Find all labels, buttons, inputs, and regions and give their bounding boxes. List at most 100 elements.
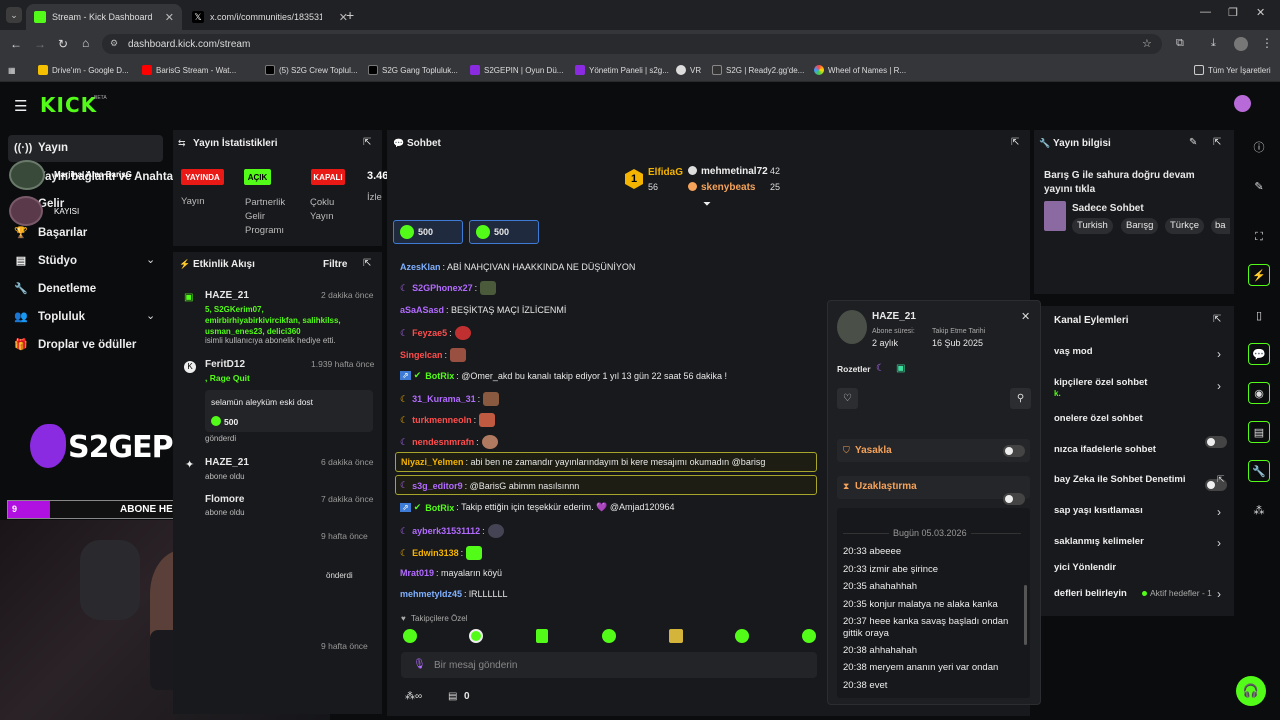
category-name[interactable]: Sadece Sohbet — [1072, 203, 1144, 214]
expand-leaders-icon[interactable]: ⏷ — [703, 199, 711, 210]
event-user[interactable]: HAZE_21 — [205, 290, 249, 301]
chat-message[interactable]: Niyazi_Yelmen: abi ben ne zamandır yayın… — [401, 457, 765, 467]
sidebar-item-droplar[interactable]: 🎁 Droplar ve ödüller — [14, 338, 136, 352]
chat-message[interactable]: mehmetyldz45: lRLLLLLL — [400, 589, 508, 599]
popout-icon[interactable]: ⇱ — [363, 137, 371, 148]
chat-username[interactable]: nendesnmrafn — [412, 437, 474, 447]
user-avatar[interactable] — [1234, 95, 1251, 112]
tab-x-community[interactable]: 𝕏 x.com/i/communities/18353197... ✕ — [184, 4, 356, 30]
chat-bubble-icon[interactable]: 💬 — [1248, 343, 1270, 365]
document-icon[interactable]: ▯ — [1248, 304, 1270, 326]
action-slow-mode[interactable]: vaş mod — [1054, 346, 1093, 357]
chat-message[interactable]: ☾ s3g_editor9: @BarisG abimm nasılsınnn — [400, 480, 579, 491]
chevron-down-icon[interactable]: ⌄ — [146, 309, 155, 322]
tab-kick-dashboard[interactable]: Stream - Kick Dashboard ✕ — [26, 4, 182, 30]
chat-username[interactable]: aSaASasd — [400, 305, 444, 315]
chat-message[interactable]: ☾ Feyzae5: — [400, 326, 471, 340]
chat-username[interactable]: AzesKlan — [400, 262, 441, 272]
close-icon[interactable]: ✕ — [165, 11, 174, 24]
sidebar-item-studyo[interactable]: ▤ Stüdyo — [14, 254, 77, 268]
forward-icon[interactable]: → — [34, 37, 46, 51]
popout-icon[interactable]: ⇱ — [1011, 137, 1019, 148]
apps-icon[interactable]: ▦ — [8, 62, 16, 78]
emote-icon[interactable] — [469, 629, 483, 643]
chat-username[interactable]: S2GPhonex27 — [412, 283, 473, 293]
bookmark-item[interactable]: (5) S2G Crew Toplul... — [265, 62, 358, 78]
bookmark-item[interactable]: VR — [676, 62, 701, 78]
chat-username[interactable]: ayberk31531112 — [412, 526, 480, 536]
reload-icon[interactable]: ↻ — [58, 37, 68, 51]
sidebar-item-basarilar[interactable]: 🏆 Başarılar — [14, 226, 87, 240]
all-bookmarks[interactable]: Tüm Yer İşaretleri — [1194, 62, 1271, 78]
chevron-right-icon[interactable]: › — [1217, 587, 1221, 601]
event-user[interactable]: FeritD12 — [205, 359, 245, 370]
tag-chip[interactable]: Barışg — [1121, 218, 1159, 234]
chat-message[interactable]: ☾ Edwin3138: — [400, 546, 483, 560]
chat-username[interactable]: BotRix — [425, 503, 454, 513]
chevron-right-icon[interactable]: › — [1217, 347, 1221, 361]
chat-message[interactable]: Singelcan: — [400, 348, 467, 362]
chat-message[interactable]: aSaASasd: BEŞİKTAŞ MAÇI İZLİCENMİ — [400, 305, 566, 315]
chat-username[interactable]: BotRix — [425, 371, 454, 381]
tag-chip[interactable]: ba — [1211, 218, 1230, 234]
sidebar-item-topluluk[interactable]: 👥 Topluluk — [14, 310, 85, 324]
broadcast-icon[interactable]: ◉ — [1248, 382, 1270, 404]
chevron-right-icon[interactable]: › — [1217, 505, 1221, 519]
pinned-tip[interactable]: 500 — [469, 220, 539, 244]
chat-message[interactable]: Mrat019: mayaların köyü — [400, 568, 502, 578]
new-tab-button[interactable]: + — [346, 7, 354, 23]
user-card-name[interactable]: HAZE_21 — [872, 311, 916, 322]
bookmark-item[interactable]: BarisG Stream - Wat... — [142, 62, 236, 78]
profile-avatar[interactable] — [1234, 37, 1248, 51]
bookmark-star-icon[interactable]: ☆ — [1142, 37, 1152, 50]
bookmark-item[interactable]: S2G Gang Topluluk... — [368, 62, 458, 78]
chat-username[interactable]: turkmenneoln — [412, 415, 472, 425]
emote-icon[interactable] — [602, 629, 616, 643]
emote-icon[interactable] — [669, 629, 683, 643]
chat-username[interactable]: mehmetyldz45 — [400, 589, 462, 599]
minimize-icon[interactable]: — — [1200, 6, 1211, 18]
close-icon[interactable]: ✕ — [1021, 310, 1030, 323]
emote-picker-icon[interactable]: ⁂∞ — [405, 691, 422, 702]
mic-icon[interactable]: 🎙 — [413, 659, 426, 670]
chat-message[interactable]: ☾ turkmenneoln: — [400, 413, 496, 427]
site-info-icon[interactable]: ⚙ — [110, 38, 118, 49]
action-blocked-words[interactable]: saklanmış kelimeler — [1054, 536, 1144, 547]
crop-icon[interactable]: ⛶ — [1248, 226, 1270, 248]
sidebar-item-denetleme[interactable]: 🔧 Denetleme — [14, 282, 96, 296]
wrench-icon[interactable]: 🔧 — [1248, 460, 1270, 482]
chevron-down-icon[interactable]: ⌄ — [146, 253, 155, 266]
download-icon[interactable]: ⤓ — [1211, 37, 1216, 50]
external-link-icon[interactable]: ⇱ — [1217, 474, 1225, 485]
chat-message[interactable]: ☾ S2GPhonex27: — [400, 281, 497, 295]
popout-icon[interactable]: ⇱ — [363, 258, 371, 269]
chat-username[interactable]: Edwin3138 — [412, 548, 459, 558]
leader-name[interactable]: mehmetinal72 — [701, 166, 768, 177]
bookmark-item[interactable]: S2G | Ready2.gg'de... — [712, 62, 804, 78]
filter-button[interactable]: Filtre — [323, 259, 347, 270]
ban-toggle[interactable] — [1003, 445, 1025, 457]
emote-icon[interactable] — [735, 629, 749, 643]
action-raid[interactable]: yici Yönlendir — [1054, 562, 1116, 573]
subscribers-only-toggle[interactable] — [1205, 436, 1227, 448]
extensions-icon[interactable]: ⧉ — [1176, 37, 1184, 50]
chevron-right-icon[interactable]: › — [1217, 379, 1221, 393]
action-ai-moderation[interactable]: bay Zeka ile Sohbet Denetimi — [1054, 474, 1185, 485]
bookmark-item[interactable]: Wheel of Names | R... — [814, 62, 906, 78]
chat-username[interactable]: Singelcan — [400, 350, 443, 360]
action-emote-only[interactable]: nızca ifadelerle sohbet — [1054, 444, 1156, 455]
info-icon[interactable]: ⓘ — [1248, 136, 1270, 158]
address-bar[interactable]: ⚙ dashboard.kick.com/stream ☆ — [102, 34, 1162, 54]
store-icon[interactable]: ▤ — [448, 691, 457, 702]
chat-username[interactable]: Feyzae5 — [412, 328, 447, 338]
browser-menu-icon[interactable]: ⋮ — [1261, 36, 1273, 50]
sidebar-item-yayin[interactable]: ((·)) Yayın — [14, 142, 68, 154]
event-user[interactable]: HAZE_21 — [205, 457, 249, 468]
kick-logo[interactable]: KICK — [40, 93, 97, 117]
chat-message[interactable]: ⇗ ✔ BotRix: Takip ettiğin için teşekkür ed… — [400, 502, 675, 513]
emote-icon[interactable] — [536, 629, 548, 643]
timeout-toggle[interactable] — [1003, 493, 1025, 505]
more-icon[interactable]: ⁂ — [1248, 499, 1270, 521]
pinned-tip[interactable]: 500 — [393, 220, 463, 244]
chat-message[interactable]: ☾ 31_Kurama_31: — [400, 392, 500, 406]
